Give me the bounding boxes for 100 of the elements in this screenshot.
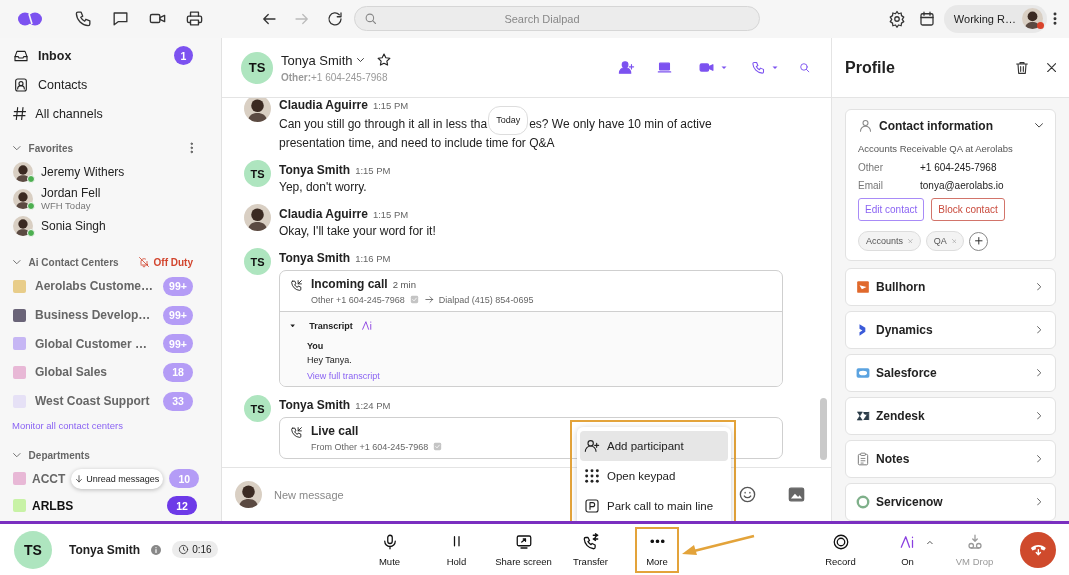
chevron-right-icon [1036,326,1041,334]
integration-card[interactable]: Salesforce [845,354,1056,392]
department-name[interactable]: ARLBS [32,498,74,513]
chevron-down-icon[interactable] [1034,123,1043,128]
count-badge: 18 [163,362,193,382]
screen-share-icon[interactable] [657,60,672,75]
menu-item[interactable]: Add participant [580,431,728,461]
checkbox-icon [408,294,420,305]
status-selector[interactable]: Working R… [943,4,1047,33]
contact-company: Accounts Receivable QA at Aerolabs [858,143,1014,154]
message-text: Yep, don't worry. [279,179,367,196]
avatar [1022,8,1043,29]
caret-up-icon[interactable] [927,540,933,544]
call-control-button[interactable]: More [635,526,679,573]
more-options-icon[interactable] [1053,11,1057,26]
app-logo[interactable] [18,10,42,27]
collapse-triangle-icon[interactable] [290,323,296,328]
date-pill: Today [488,106,529,135]
message-time: 1:15 PM [372,100,409,111]
phone-icon[interactable] [74,9,93,28]
contact-center-item[interactable]: West Coast Support 33 [0,386,221,416]
incoming-call-icon [290,279,303,292]
favorite-contact[interactable]: Jordan Fell WFH Today [0,185,221,212]
call-title: Incoming call [311,277,388,291]
avatar [244,204,271,231]
call-control-button[interactable]: Transfer [557,526,624,573]
contact-center-item[interactable]: Aerolabs Custome… 99+ [0,272,221,301]
nav-item[interactable]: Inbox 1 [0,41,221,70]
author-name: Tonya Smith [279,251,351,265]
chevron-down-icon[interactable] [13,145,21,151]
contact-avatar: TS [241,51,273,84]
tag[interactable]: QA [925,231,965,251]
phone-transfer-icon [581,532,600,551]
integration-card[interactable]: Notes [845,440,1056,478]
search-field[interactable]: Search Dialpad [354,6,760,31]
person-icon [858,118,873,133]
keypad-icon [584,468,600,484]
call-control-button[interactable]: Record [807,526,874,573]
integration-card[interactable]: Servicenow [845,483,1056,521]
info-icon[interactable] [150,543,163,556]
caret-icon[interactable] [772,65,778,70]
favorite-contact[interactable]: Jeremy Withers [0,158,221,185]
chevron-down-icon[interactable] [356,58,364,62]
contact-name[interactable]: Tonya Smith [281,52,353,68]
contact-center-item[interactable]: Business Develop… 99+ [0,300,221,330]
hang-up-button[interactable] [1020,531,1056,568]
printer-icon[interactable] [185,9,204,28]
transcript-link[interactable]: View full transcript [307,371,380,381]
trash-icon[interactable] [1013,59,1030,76]
call-control-button[interactable]: Mute [356,526,423,573]
pause-icon [452,536,461,547]
reload-icon[interactable] [326,9,344,28]
settings-icon[interactable] [887,9,906,28]
close-icon[interactable] [1046,62,1056,73]
voicemail-drop-icon [965,532,984,551]
call-control-button[interactable]: Hold [423,526,490,573]
more-options-icon[interactable] [189,142,193,154]
star-icon[interactable] [375,52,392,68]
monitor-link[interactable]: Monitor all contact centers [0,417,135,434]
transcript-title: Transcript [309,320,353,331]
contact-center-item[interactable]: Global Customer … 99+ [0,329,221,359]
chevron-down-icon[interactable] [13,259,21,265]
avatar [13,161,33,182]
chevron-down-icon[interactable] [13,453,21,458]
call-control-button[interactable]: Share screen [490,526,557,573]
integration-card[interactable]: Bullhorn [845,268,1056,306]
nav-item[interactable]: All channels [0,99,221,128]
call-control-button[interactable]: On [874,526,941,573]
contact-avatar: TS [244,395,271,422]
tag[interactable]: Accounts [858,231,921,251]
message-time: 1:15 PM [372,209,409,220]
app-logo-icon [856,366,870,380]
call-duration: 2 min [392,278,416,290]
chat-icon[interactable] [111,9,130,28]
favorite-contact[interactable]: Sonia Singh [0,212,221,239]
add-person-icon[interactable] [618,59,635,76]
emoji-icon[interactable] [738,485,757,504]
caret-icon[interactable] [721,65,727,70]
unread-messages-button[interactable]: Unread messages [71,468,164,489]
department-name[interactable]: ACCT [32,471,66,486]
clock-icon [178,544,190,555]
call-from: Other +1 604-245-7968 [311,294,405,305]
contact-center-item[interactable]: Global Sales 18 [0,358,221,387]
calendar-icon[interactable] [917,9,936,28]
nav-item[interactable]: Contacts [0,70,221,99]
author-name: Tonya Smith [279,163,351,177]
integration-card[interactable]: Dynamics [845,311,1056,349]
image-icon[interactable] [787,485,806,504]
count-badge: 99+ [163,276,193,296]
status-dot [1037,22,1044,29]
integration-card[interactable]: Zendesk [845,397,1056,435]
scrollbar[interactable] [820,398,827,460]
count-badge: 99+ [163,305,193,325]
search-icon[interactable] [798,61,811,74]
integration-name: Bullhorn [876,280,927,294]
field-label: Email [858,180,884,191]
block-contact-button[interactable]: Block contact [931,198,1005,221]
call-timer: 0:16 [172,541,218,558]
edit-contact-button[interactable]: Edit contact [858,198,925,221]
down-arrow-icon [74,473,85,484]
